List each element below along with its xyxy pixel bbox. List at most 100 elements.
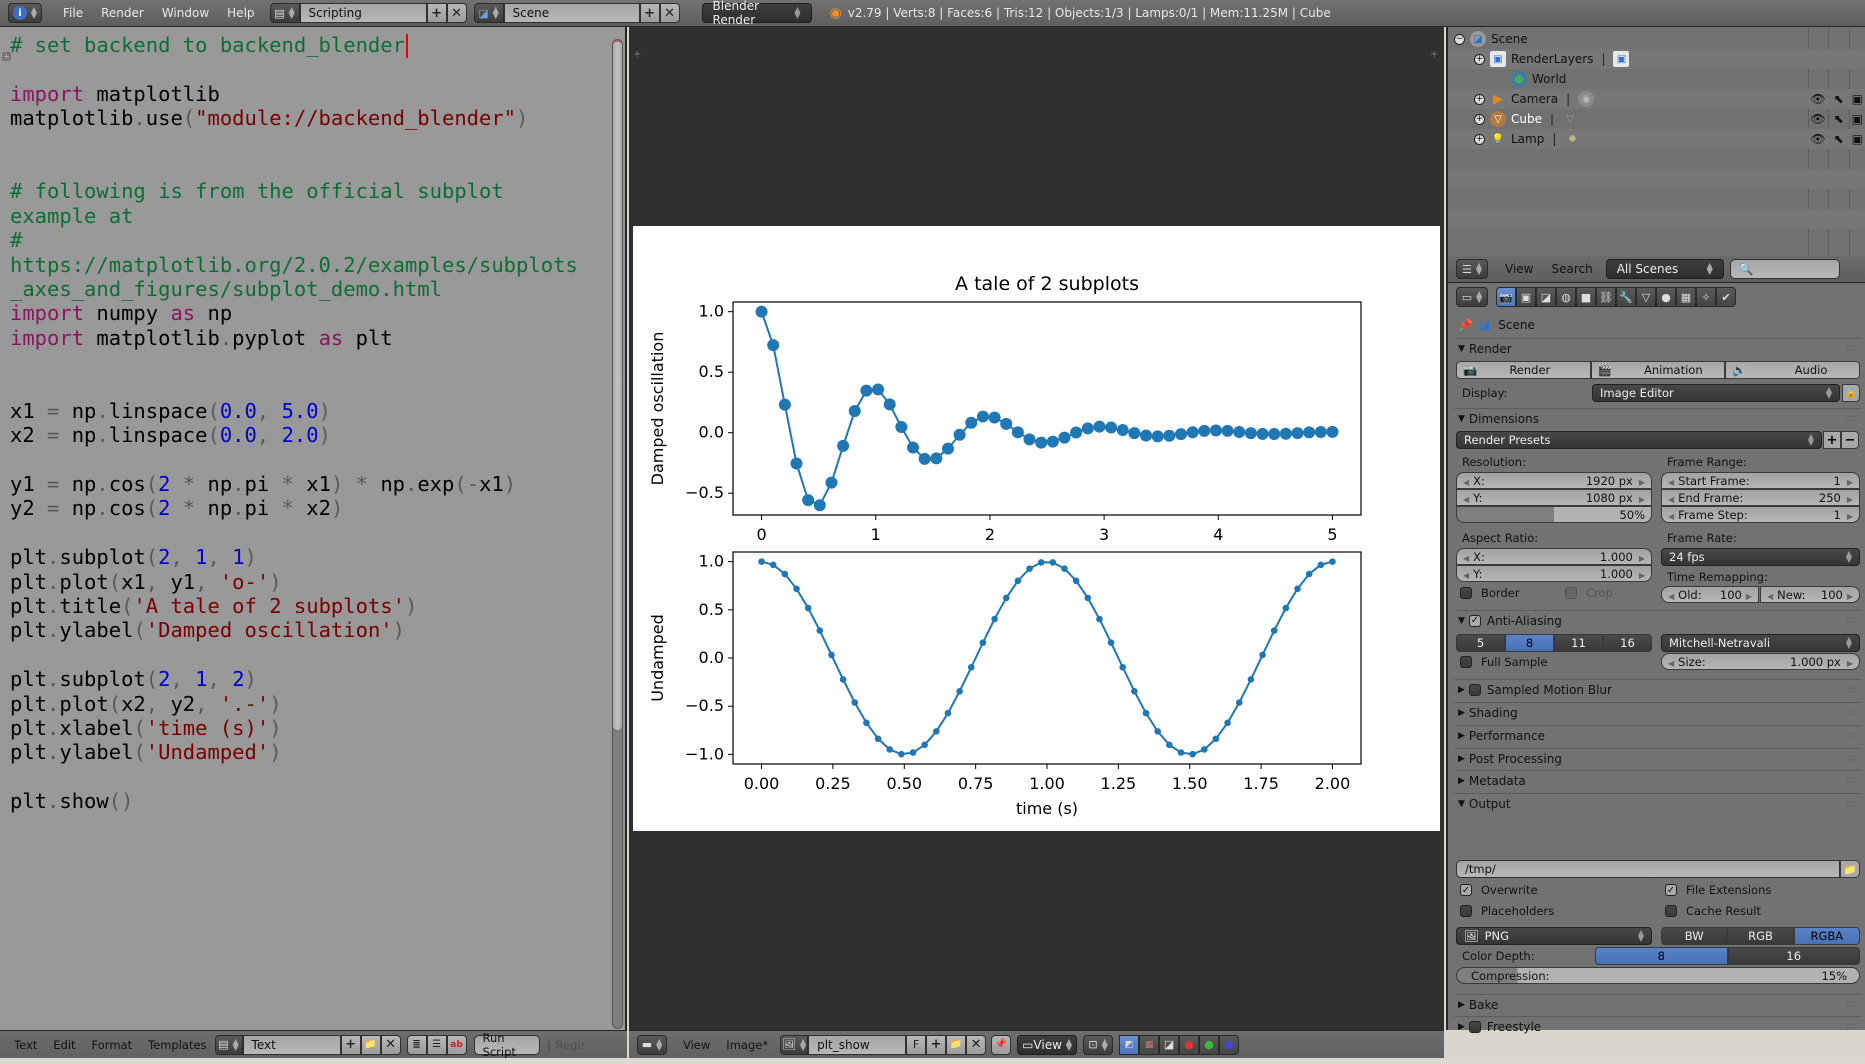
code-line[interactable] <box>10 372 578 396</box>
outliner-item-cube[interactable]: + ▽ Cube | ▽ 👁 ⬉ ▣ <box>1448 109 1865 129</box>
menu-help[interactable]: Help <box>218 6 263 20</box>
outliner-item-world[interactable]: ◍ World <box>1448 69 1865 89</box>
motion-blur-checkbox[interactable] <box>1468 683 1481 696</box>
eye-icon[interactable]: 👁 <box>1810 92 1825 106</box>
color-mode-bw[interactable]: BW <box>1661 927 1728 945</box>
collapse-icon[interactable]: − <box>1454 33 1465 45</box>
panel-header-performance[interactable]: ▶ Performance:::: <box>1454 725 1861 745</box>
full-sample-checkbox[interactable]: Full Sample <box>1460 655 1547 669</box>
panel-header-bake[interactable]: ▶ Bake:::: <box>1454 994 1861 1014</box>
compression-slider[interactable]: Compression: 15% <box>1456 967 1860 984</box>
code-line[interactable] <box>10 153 578 177</box>
file-extensions-checkbox[interactable]: ✓ File Extensions <box>1665 883 1771 897</box>
render-presets-dropdown[interactable]: Render Presets ▲ ▼ <box>1456 431 1822 449</box>
code-line[interactable]: example at <box>10 202 578 228</box>
panel-header-render[interactable]: ▼ Render:::: <box>1454 338 1861 358</box>
editor-type-image-button[interactable]: ▬ ▲ ▼ <box>637 1034 667 1055</box>
text-datablock-name[interactable]: Text <box>242 1034 341 1055</box>
menu-file[interactable]: File <box>54 6 92 20</box>
code-line[interactable]: import numpy as np <box>10 299 578 325</box>
code-line[interactable]: https://matplotlib.org/2.0.2/examples/su… <box>10 251 578 277</box>
outliner-item-scene[interactable]: − ◪ Scene <box>1448 29 1865 49</box>
code-line[interactable]: plt.plot(x1, y1, 'o-') <box>10 568 578 594</box>
text-editor[interactable]: # set backend to backend_blender import … <box>0 27 627 1030</box>
remove-preset-button[interactable]: − <box>1841 431 1859 449</box>
panel-header-post-processing[interactable]: ▶ Post Processing:::: <box>1454 748 1861 768</box>
code-line[interactable]: plt.subplot(2, 1, 2) <box>10 665 578 691</box>
unlink-text-button[interactable]: ✕ <box>380 1034 401 1055</box>
time-remap-new-field[interactable]: ◀ New: 100 ▶ <box>1760 586 1860 603</box>
code-line[interactable] <box>10 763 578 787</box>
render-camera-icon[interactable]: ▣ <box>1852 112 1863 126</box>
menu-window[interactable]: Window <box>153 6 218 20</box>
text-scrollbar-thumb[interactable] <box>613 40 622 730</box>
properties-tab-texture[interactable]: ▦ <box>1676 287 1696 307</box>
eye-icon[interactable]: 👁 <box>1810 112 1825 126</box>
pin-icon[interactable]: 📌 <box>1458 318 1473 332</box>
add-preset-button[interactable]: + <box>1823 431 1841 449</box>
open-image-button[interactable]: 📁 <box>946 1034 967 1055</box>
eye-icon[interactable]: 👁 <box>1810 132 1825 146</box>
properties-tab-constraints[interactable]: ⛓ <box>1596 287 1616 307</box>
outliner-menu-search[interactable]: Search <box>1542 262 1601 276</box>
text-menu-templates[interactable]: Templates <box>140 1038 214 1052</box>
color-mode-rgb[interactable]: RGB <box>1727 927 1794 945</box>
screen-layout-field[interactable]: Scripting <box>299 3 427 23</box>
panel-header-dimensions[interactable]: ▼ Dimensions:::: <box>1454 408 1861 428</box>
properties-tab-world[interactable]: ◍ <box>1556 287 1576 307</box>
time-remap-old-field[interactable]: ◀ Old: 100 ▶ <box>1661 586 1759 603</box>
aspect-y-field[interactable]: ◀ Y: 1.000 ▶ <box>1456 565 1652 582</box>
render-button[interactable]: 📷 Render <box>1456 361 1591 379</box>
placeholders-checkbox[interactable]: Placeholders <box>1460 904 1554 918</box>
syntax-highlight-toggle[interactable]: ab <box>446 1034 467 1055</box>
panel-header-anti-aliasing[interactable]: ▼ ✓ Anti-Aliasing:::: <box>1454 610 1861 630</box>
code-line[interactable]: # following is from the official subplot <box>10 177 578 203</box>
code-line[interactable]: plt.show() <box>10 787 578 813</box>
image-menu-image[interactable]: Image* <box>718 1038 776 1052</box>
z-buffer-button[interactable]: ◪ <box>1159 1034 1180 1055</box>
code-line[interactable]: plt.title('A tale of 2 subplots') <box>10 592 578 618</box>
toolbar-expand-icon[interactable]: + <box>2 52 11 61</box>
menu-render[interactable]: Render <box>92 6 153 20</box>
editor-type-info-button[interactable]: i ▲ ▼ <box>8 3 42 23</box>
cursor-icon[interactable]: ⬉ <box>1834 92 1844 106</box>
crop-checkbox[interactable]: Crop <box>1565 586 1613 600</box>
properties-tab-render[interactable]: 📷 <box>1496 287 1516 307</box>
color-mode-rgba[interactable]: RGBA <box>1793 927 1860 945</box>
browse-folder-button[interactable]: 📁 <box>1840 860 1860 878</box>
frame-rate-dropdown[interactable]: 24 fps ▲ ▼ <box>1661 548 1860 566</box>
code-line[interactable] <box>10 129 578 153</box>
properties-tab-object[interactable]: ■ <box>1576 287 1596 307</box>
aa-samples-11[interactable]: 11 <box>1554 634 1603 652</box>
properties-tab-particles[interactable]: ✧ <box>1696 287 1716 307</box>
lamp-data-icon[interactable]: ✺ <box>1564 131 1580 147</box>
cursor-icon[interactable]: ⬉ <box>1834 112 1844 126</box>
color-and-alpha-channel-button[interactable]: ◩ <box>1119 1034 1140 1055</box>
add-screen-button[interactable]: + <box>426 3 447 23</box>
expand-icon[interactable]: + <box>1474 113 1485 125</box>
delete-scene-button[interactable]: ✕ <box>659 3 680 23</box>
aa-samples-5[interactable]: 5 <box>1456 634 1505 652</box>
code-line[interactable] <box>10 55 578 79</box>
outliner-menu-view[interactable]: View <box>1496 262 1542 276</box>
unlink-image-button[interactable]: ✕ <box>966 1034 987 1055</box>
image-name-field[interactable]: plt_show <box>808 1034 907 1055</box>
red-channel-button[interactable]: ● <box>1179 1034 1200 1055</box>
line-numbers-toggle[interactable]: ≣ <box>406 1034 427 1055</box>
render-camera-icon[interactable]: ▣ <box>1852 92 1863 106</box>
properties-tab-material[interactable]: ● <box>1656 287 1676 307</box>
code-line[interactable]: plt.ylabel('Damped oscillation') <box>10 616 578 642</box>
new-text-button[interactable]: + <box>340 1034 361 1055</box>
frame-step-field[interactable]: ◀ Frame Step: 1 ▶ <box>1661 506 1860 523</box>
panel-header-output[interactable]: ▼ Output:::: <box>1454 793 1861 813</box>
render-engine-dropdown[interactable]: Blender Render ▲ ▼ <box>701 0 812 27</box>
anti-aliasing-checkbox[interactable]: ✓ <box>1468 614 1487 627</box>
word-wrap-toggle[interactable]: ☰ <box>426 1034 447 1055</box>
image-menu-view[interactable]: View <box>675 1038 718 1052</box>
image-view-mode-dropdown[interactable]: ▭ View ▲ ▼ <box>1017 1034 1078 1055</box>
outliner-item-renderlayers[interactable]: + ▣ RenderLayers | ▣ <box>1448 49 1865 69</box>
code-line[interactable]: plt.xlabel('time (s)') <box>10 714 578 740</box>
code-line[interactable] <box>10 446 578 470</box>
code-area[interactable]: # set backend to backend_blender import … <box>10 31 578 813</box>
properties-expand-icon[interactable]: + <box>1430 50 1440 60</box>
